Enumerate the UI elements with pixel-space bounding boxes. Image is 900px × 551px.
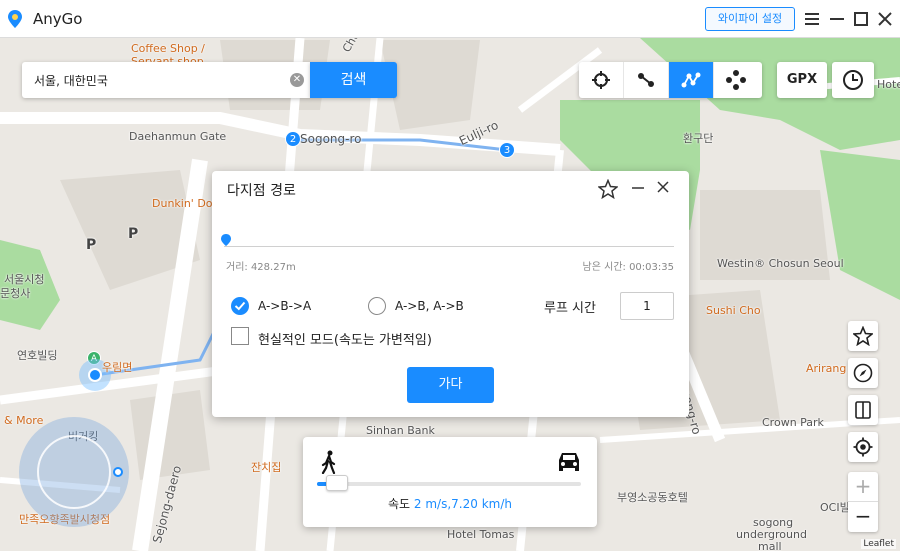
- option-a-b-a-radio[interactable]: [231, 297, 249, 315]
- joystick-ring: [37, 435, 111, 509]
- map-label: Daehanmun Gate: [129, 130, 227, 143]
- map-label: Crown Park: [762, 416, 824, 429]
- multi-spot-mode-button[interactable]: [669, 62, 714, 98]
- minimize-icon[interactable]: [827, 9, 847, 29]
- search-box: ✕: [22, 62, 310, 98]
- map-label: P: [86, 237, 97, 253]
- realistic-mode-checkbox[interactable]: [231, 327, 249, 345]
- multi-stop-route-dialog: 다지점 경로 거리: 428.27m 남은 시간: 00:03:35 A->B-…: [212, 171, 689, 417]
- speed-panel: 속도 2 m/s,7.20 km/h: [303, 437, 597, 527]
- map-label: P: [128, 226, 139, 242]
- target-icon: [853, 437, 873, 457]
- map-label: & More: [4, 414, 44, 427]
- multi-point-route-icon: [681, 72, 701, 88]
- joystick-mode-button[interactable]: [714, 62, 759, 98]
- map-label: Sushi Cho: [706, 304, 761, 317]
- realistic-mode-label[interactable]: 현실적인 모드(속도는 가변적임): [258, 329, 432, 348]
- map-label: 잔치집: [251, 461, 282, 474]
- map-label: 환구단: [683, 132, 714, 145]
- teleport-mode-button[interactable]: [579, 62, 624, 98]
- loop-count-input[interactable]: [620, 292, 674, 320]
- map-label: Hotel Tomas: [447, 528, 515, 541]
- route-marker-2[interactable]: 2: [285, 131, 301, 147]
- map-label: 우림면: [102, 361, 133, 374]
- location-pin-icon: [8, 10, 22, 28]
- distance-text: 거리: 428.27m: [226, 262, 296, 273]
- map-label: OCI빌: [820, 501, 850, 514]
- route-progress-track: [224, 246, 674, 247]
- zoom-control: + −: [848, 472, 878, 532]
- compass-button[interactable]: [848, 358, 878, 388]
- title-bar: AnyGo 와이파이 설정: [0, 0, 900, 38]
- speed-value: 2 m/s,7.20 km/h: [413, 497, 512, 511]
- gpx-import-button[interactable]: GPX: [777, 62, 827, 98]
- maximize-icon[interactable]: [851, 9, 871, 29]
- menu-icon[interactable]: [802, 9, 822, 29]
- zoom-in-button[interactable]: +: [848, 472, 878, 502]
- app-title: AnyGo: [33, 10, 83, 28]
- speed-label: 속도: [388, 497, 411, 511]
- search-button[interactable]: 검색: [310, 62, 397, 98]
- close-icon[interactable]: [875, 9, 895, 29]
- speed-slider-thumb[interactable]: [326, 475, 349, 491]
- search-input[interactable]: [32, 70, 282, 90]
- map-label: Sogong-ro: [300, 132, 362, 146]
- zoom-out-button[interactable]: −: [848, 502, 878, 532]
- crosshair-icon: [592, 71, 610, 89]
- speed-readout: 속도 2 m/s,7.20 km/h: [303, 495, 597, 512]
- remaining-time-text: 남은 시간: 00:03:35: [582, 262, 674, 273]
- map-label: Coffee Shop /: [131, 42, 205, 55]
- device-switch-button[interactable]: [848, 395, 878, 425]
- walking-icon[interactable]: [319, 450, 339, 474]
- route-marker-3[interactable]: 3: [499, 142, 515, 158]
- star-icon: [853, 326, 873, 346]
- two-spot-mode-button[interactable]: [624, 62, 669, 98]
- map-label: Arirang: [806, 362, 847, 375]
- map-attribution[interactable]: Leaflet: [861, 539, 896, 549]
- locate-me-button[interactable]: [848, 432, 878, 462]
- clear-icon[interactable]: ✕: [290, 73, 304, 87]
- star-icon[interactable]: [598, 179, 618, 199]
- clock-icon: [843, 70, 863, 90]
- option-a-b-a-b-label[interactable]: A->B, A->B: [395, 299, 464, 313]
- map-label: Hote: [877, 78, 900, 91]
- map-label: Sinhan Bank: [366, 424, 435, 437]
- loop-count-label: 루프 시간: [544, 301, 596, 316]
- dialog-title: 다지점 경로: [227, 183, 296, 199]
- joystick-icon: [726, 70, 746, 90]
- history-button[interactable]: [832, 62, 874, 98]
- devices-icon: [855, 401, 871, 419]
- option-a-b-a-b-radio[interactable]: [368, 297, 386, 315]
- map-label: 연호빌딩: [17, 349, 58, 362]
- check-icon: [234, 301, 246, 311]
- mode-toolbar: [579, 62, 762, 98]
- map-label: 부영소공동호텔: [617, 491, 688, 504]
- joystick[interactable]: [19, 417, 129, 527]
- map-label: 문청사: [0, 287, 31, 300]
- compass-icon: [853, 363, 873, 383]
- speed-slider-track[interactable]: [317, 482, 581, 486]
- map-label: Westin® Chosun Seoul: [717, 257, 844, 270]
- close-icon[interactable]: [655, 179, 671, 195]
- two-point-route-icon: [638, 73, 654, 87]
- go-button[interactable]: 가다: [407, 367, 494, 403]
- map-label: mall: [758, 540, 782, 551]
- minimize-icon[interactable]: [630, 179, 646, 195]
- joystick-handle[interactable]: [113, 467, 123, 477]
- car-icon[interactable]: [556, 450, 582, 472]
- wifi-settings-button[interactable]: 와이파이 설정: [705, 7, 795, 31]
- favorite-button[interactable]: [848, 321, 878, 351]
- progress-marker-icon: [221, 234, 231, 246]
- option-a-b-a-label[interactable]: A->B->A: [258, 299, 311, 313]
